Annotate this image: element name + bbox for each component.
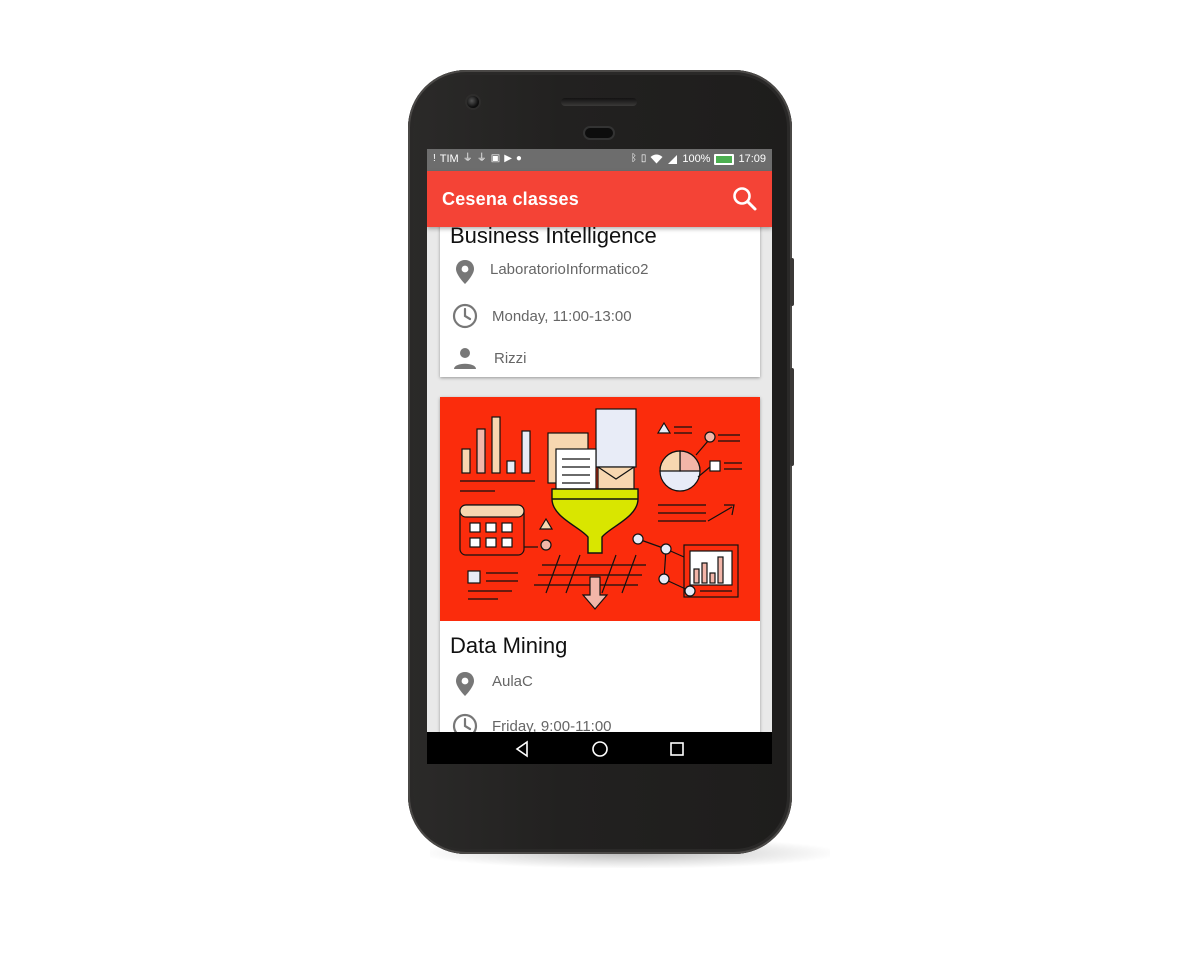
front-camera: [467, 96, 479, 108]
wifi-icon: [650, 154, 663, 164]
status-left: ! TIM ⏚ ⏚ ▣ ▶ ●: [433, 153, 522, 165]
location-pin-icon: [452, 671, 478, 697]
schedule-label: Friday, 9:00-11:00: [492, 717, 612, 733]
phone-screen: ! TIM ⏚ ⏚ ▣ ▶ ● ᛒ ▯ 100% 17:09 Cesena cl…: [427, 149, 772, 764]
schedule-row: Friday, 9:00-11:00: [452, 713, 612, 732]
battery-icon: [714, 153, 735, 165]
signal-icon: !: [433, 153, 436, 164]
home-button[interactable]: [591, 740, 609, 758]
schedule-row: Monday, 11:00-13:00: [452, 303, 632, 329]
carrier-name: TIM: [439, 153, 459, 165]
class-card[interactable]: Business Intelligence LaboratorioInforma…: [440, 227, 760, 377]
room-row: AulaC: [452, 671, 533, 697]
message-icon: ●: [515, 153, 522, 164]
class-title: Business Intelligence: [450, 227, 657, 248]
clock: 17:09: [738, 153, 766, 165]
navigation-bar: [427, 732, 772, 764]
app-bar: Cesena classes: [427, 171, 772, 227]
back-button[interactable]: [514, 740, 532, 758]
volume-button: [790, 368, 794, 466]
class-card[interactable]: Data Mining AulaC Friday, 9:00-11:00: [440, 397, 760, 732]
room-row: LaboratorioInformatico2: [452, 259, 648, 285]
schedule-label: Monday, 11:00-13:00: [492, 307, 632, 325]
proximity-sensor: [585, 128, 613, 138]
search-button[interactable]: [730, 184, 760, 214]
vibrate-icon: ▯: [640, 153, 647, 164]
app-title: Cesena classes: [442, 189, 579, 209]
earpiece-speaker: [561, 98, 637, 106]
location-pin-icon: [452, 259, 478, 285]
recents-button[interactable]: [668, 740, 686, 758]
status-bar: ! TIM ⏚ ⏚ ▣ ▶ ● ᛒ ▯ 100% 17:09: [427, 149, 772, 171]
usb-debug-icon: ⏚: [476, 153, 487, 164]
back-triangle-icon: [515, 740, 528, 758]
battery-percent: 100%: [682, 153, 711, 165]
room-label: LaboratorioInformatico2: [490, 260, 649, 278]
bluetooth-icon: ᛒ: [630, 153, 637, 164]
photo-icon: ▣: [490, 153, 501, 164]
class-illustration: [440, 397, 760, 621]
cell-signal-icon: [668, 155, 678, 164]
status-right: ᛒ ▯ 100% 17:09: [631, 153, 766, 165]
usb-icon: ⏚: [462, 153, 473, 164]
person-icon: [452, 345, 478, 371]
home-circle-icon: [592, 741, 608, 757]
power-button: [790, 258, 794, 306]
class-title: Data Mining: [450, 633, 568, 658]
teacher-label: Rizzi: [494, 349, 527, 367]
clock-icon: [452, 303, 478, 329]
recents-square-icon: [670, 742, 684, 756]
class-list[interactable]: Business Intelligence LaboratorioInforma…: [427, 227, 772, 732]
clock-icon: [452, 713, 478, 732]
room-label: AulaC: [492, 672, 533, 690]
teacher-row: Rizzi: [452, 345, 527, 371]
play-store-icon: ▶: [504, 153, 512, 164]
search-icon: [733, 187, 757, 211]
